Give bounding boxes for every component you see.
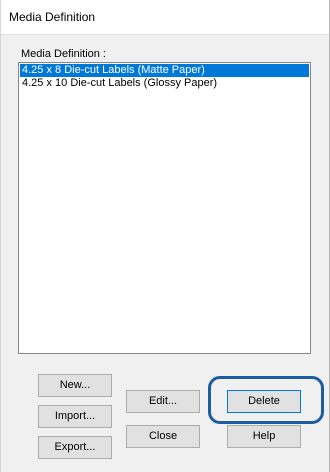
delete-button[interactable]: Delete bbox=[227, 390, 301, 413]
title-bar[interactable]: Media Definition bbox=[1, 0, 329, 35]
new-button[interactable]: New... bbox=[38, 374, 112, 397]
edit-button[interactable]: Edit... bbox=[126, 390, 200, 413]
help-button[interactable]: Help bbox=[227, 425, 301, 448]
export-button[interactable]: Export... bbox=[38, 436, 112, 459]
list-item[interactable]: 4.25 x 10 Die-cut Labels (Glossy Paper) bbox=[20, 77, 309, 90]
close-button[interactable]: Close bbox=[126, 425, 200, 448]
media-definition-list[interactable]: 4.25 x 8 Die-cut Labels (Matte Paper) 4.… bbox=[18, 62, 311, 354]
list-item[interactable]: 4.25 x 8 Die-cut Labels (Matte Paper) bbox=[20, 64, 309, 77]
media-definition-label: Media Definition : bbox=[21, 48, 106, 60]
media-definition-dialog: Media Definition Media Definition : 4.25… bbox=[0, 0, 330, 472]
window-title: Media Definition bbox=[9, 10, 96, 24]
import-button[interactable]: Import... bbox=[38, 405, 112, 428]
